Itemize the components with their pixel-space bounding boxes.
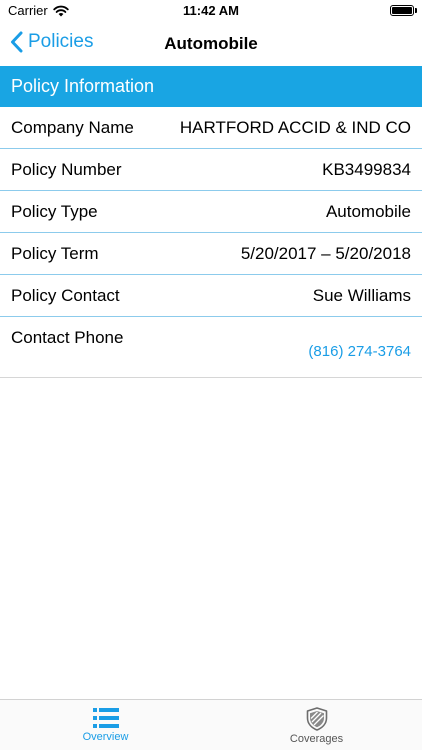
page-title: Automobile xyxy=(164,34,258,53)
policy-type-value: Automobile xyxy=(325,202,411,221)
list-icon xyxy=(92,708,119,728)
tab-overview-label: Overview xyxy=(82,731,129,743)
tab-overview[interactable]: Overview xyxy=(0,700,211,750)
tab-bar: Overview Coverages xyxy=(0,699,422,750)
policy-number-label: Policy Number xyxy=(11,160,122,179)
tab-coverages[interactable]: Coverages xyxy=(211,700,422,750)
policy-number-value: KB3499834 xyxy=(322,160,411,179)
shield-icon xyxy=(306,707,327,731)
policy-contact-row: Policy Contact Sue Williams xyxy=(0,275,422,317)
status-time: 11:42 AM xyxy=(183,3,239,18)
policy-term-value: 5/20/2017 – 5/20/2018 xyxy=(240,244,411,263)
policy-type-label: Policy Type xyxy=(11,202,98,221)
policy-term-row: Policy Term 5/20/2017 – 5/20/2018 xyxy=(0,233,422,275)
policy-term-label: Policy Term xyxy=(11,244,99,263)
policy-contact-value: Sue Williams xyxy=(312,286,411,305)
section-header: Policy Information xyxy=(0,66,422,107)
policy-type-row: Policy Type Automobile xyxy=(0,191,422,233)
policy-info-list: Company Name HARTFORD ACCID & IND CO Pol… xyxy=(0,107,422,378)
contact-phone-label: Contact Phone xyxy=(11,328,124,347)
battery-icon xyxy=(390,5,414,16)
contact-phone-link[interactable]: (816) 274-3764 xyxy=(308,343,411,360)
policy-contact-label: Policy Contact xyxy=(11,286,120,305)
navigation-bar: Policies Automobile xyxy=(0,22,422,66)
policy-number-row: Policy Number KB3499834 xyxy=(0,149,422,191)
company-name-row: Company Name HARTFORD ACCID & IND CO xyxy=(0,107,422,149)
company-name-value: HARTFORD ACCID & IND CO xyxy=(179,118,411,137)
battery-fill xyxy=(392,7,412,14)
tab-coverages-label: Coverages xyxy=(289,733,344,745)
company-name-label: Company Name xyxy=(11,118,134,137)
contact-phone-row: Contact Phone (816) 274-3764 xyxy=(0,317,422,378)
status-bar: Carrier 11:42 AM xyxy=(0,0,422,22)
battery-cap xyxy=(415,8,417,13)
